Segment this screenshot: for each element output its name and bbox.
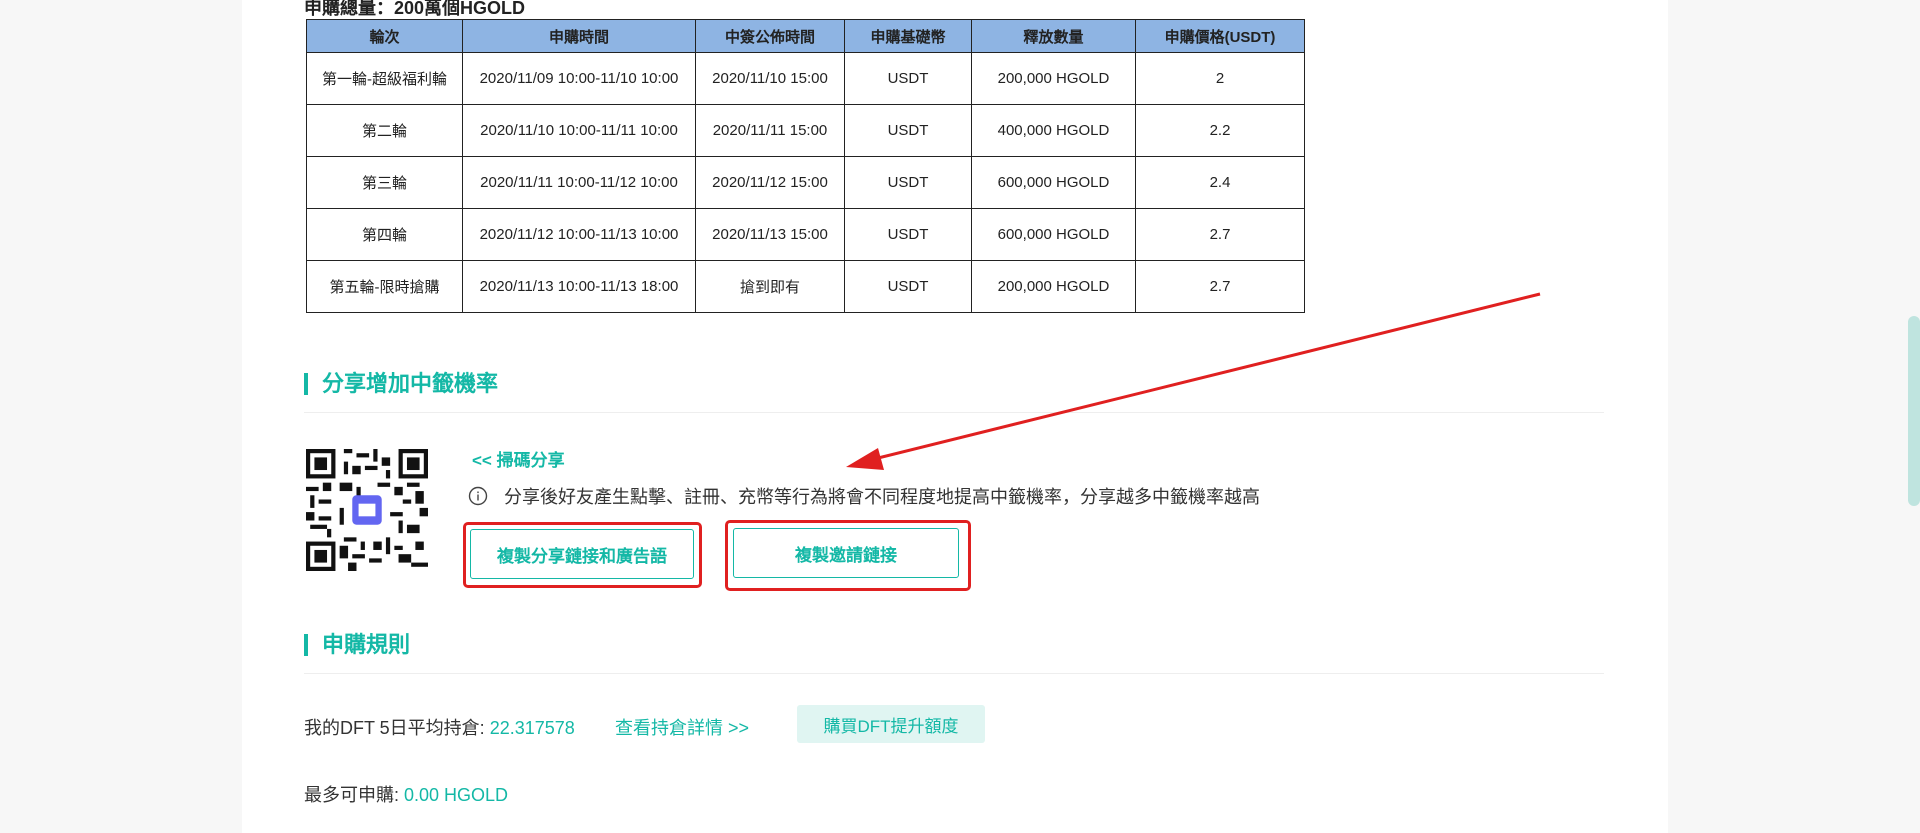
scrollbar-thumb[interactable] (1908, 316, 1920, 506)
header-base-coin: 申購基礎幣 (844, 19, 972, 53)
table-row: 第四輪 2020/11/12 10:00-11/13 10:00 2020/11… (306, 208, 1305, 261)
cell-time: 2020/11/11 10:00-11/12 10:00 (462, 156, 696, 209)
cell-time: 2020/11/12 10:00-11/13 10:00 (462, 208, 696, 261)
cell-price: 2.7 (1135, 208, 1305, 261)
cell-amount: 400,000 HGOLD (971, 104, 1136, 157)
table-row: 第一輪-超級福利輪 2020/11/09 10:00-11/10 10:00 2… (306, 52, 1305, 105)
cell-announce: 2020/11/13 15:00 (695, 208, 845, 261)
cell-coin: USDT (844, 260, 972, 313)
max-subscribe-label: 最多可申購: (304, 785, 405, 805)
info-icon (468, 486, 488, 506)
max-subscribe-row: 最多可申購: 0.00 HGOLD (304, 781, 508, 807)
table-row: 第三輪 2020/11/11 10:00-11/12 10:00 2020/11… (306, 156, 1305, 209)
holding-value: 22.317578 (489, 718, 575, 738)
scan-share-link[interactable]: << 掃碼分享 (472, 446, 565, 471)
rules-section-title: 申購規則 (304, 634, 410, 656)
header-release-amount: 釋放數量 (971, 19, 1136, 53)
cell-round: 第一輪-超級福利輪 (306, 52, 463, 105)
header-price: 申購價格(USDT) (1135, 19, 1305, 53)
table-row: 第二輪 2020/11/10 10:00-11/11 10:00 2020/11… (306, 104, 1305, 157)
cell-announce: 2020/11/10 15:00 (695, 52, 845, 105)
cell-coin: USDT (844, 208, 972, 261)
cell-announce: 2020/11/11 15:00 (695, 104, 845, 157)
table-row: 第五輪-限時搶購 2020/11/13 10:00-11/13 18:00 搶到… (306, 260, 1305, 313)
holding-details-link[interactable]: 查看持倉詳情 >> (615, 714, 749, 740)
cell-amount: 600,000 HGOLD (971, 208, 1136, 261)
copy-share-link-button[interactable]: 複製分享鏈接和廣告語 (470, 529, 694, 579)
max-subscribe-value: 0.00 HGOLD (404, 785, 509, 805)
total-supply-text: 申購總量：200萬個HGOLD (304, 0, 526, 18)
cell-time: 2020/11/09 10:00-11/10 10:00 (462, 52, 696, 105)
cell-time: 2020/11/10 10:00-11/11 10:00 (462, 104, 696, 157)
cell-price: 2.7 (1135, 260, 1305, 313)
copy-invite-link-button[interactable]: 複製邀請鏈接 (733, 528, 959, 578)
cell-coin: USDT (844, 104, 972, 157)
cell-round: 第三輪 (306, 156, 463, 209)
header-round: 輪次 (306, 19, 463, 53)
header-announce-time: 中簽公佈時間 (695, 19, 845, 53)
subscription-schedule-table: 輪次 申購時間 中簽公佈時間 申購基礎幣 釋放數量 申購價格(USDT) 第一輪… (306, 19, 1305, 313)
cell-price: 2.4 (1135, 156, 1305, 209)
share-info-text: 分享後好友產生點擊、註冊、充幣等行為將會不同程度地提高中籤機率，分享越多中籤機率… (504, 487, 1260, 507)
cell-round: 第四輪 (306, 208, 463, 261)
cell-amount: 600,000 HGOLD (971, 156, 1136, 209)
cell-announce: 2020/11/12 15:00 (695, 156, 845, 209)
cell-coin: USDT (844, 156, 972, 209)
holding-row: 我的DFT 5日平均持倉: 22.317578 (304, 714, 575, 740)
cell-price: 2.2 (1135, 104, 1305, 157)
holding-label: 我的DFT 5日平均持倉: (304, 718, 490, 738)
cell-amount: 200,000 HGOLD (971, 260, 1136, 313)
cell-time: 2020/11/13 10:00-11/13 18:00 (462, 260, 696, 313)
cell-coin: USDT (844, 52, 972, 105)
share-info-row: 分享後好友產生點擊、註冊、充幣等行為將會不同程度地提高中籤機率，分享越多中籤機率… (468, 483, 1260, 509)
share-section-title: 分享增加中籤機率 (304, 373, 498, 395)
rules-divider (304, 673, 1604, 674)
buy-dft-button[interactable]: 購買DFT提升額度 (797, 705, 985, 743)
share-divider (304, 412, 1604, 413)
table-header-row: 輪次 申購時間 中簽公佈時間 申購基礎幣 釋放數量 申購價格(USDT) (306, 19, 1305, 53)
header-subscription-time: 申購時間 (462, 19, 696, 53)
cell-round: 第二輪 (306, 104, 463, 157)
cell-announce: 搶到即有 (695, 260, 845, 313)
cell-price: 2 (1135, 52, 1305, 105)
cell-round: 第五輪-限時搶購 (306, 260, 463, 313)
qr-code-image (306, 449, 428, 571)
cell-amount: 200,000 HGOLD (971, 52, 1136, 105)
